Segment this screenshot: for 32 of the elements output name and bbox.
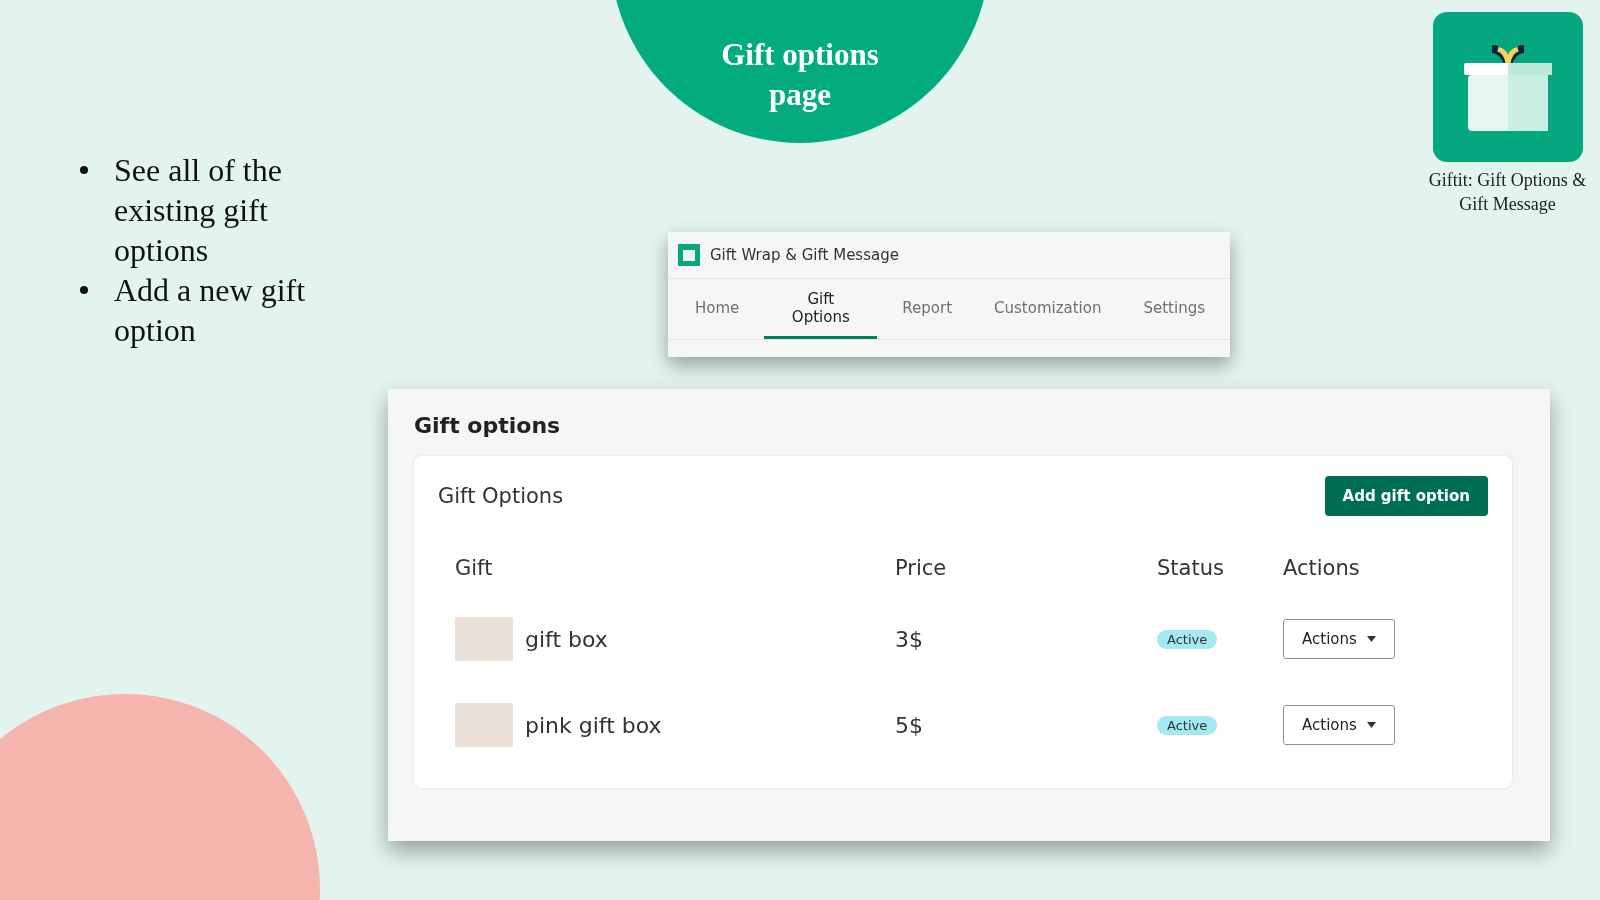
app-icon bbox=[678, 244, 700, 266]
nav-tab[interactable]: Report bbox=[885, 279, 970, 339]
nav-tab[interactable]: Gift Options bbox=[764, 279, 878, 339]
card-title: Gift Options bbox=[438, 484, 564, 508]
nav-tab[interactable]: Customization bbox=[977, 279, 1119, 339]
nav-tab[interactable]: Settings bbox=[1126, 279, 1222, 339]
bullet-icon bbox=[80, 286, 88, 294]
bullet-text: Add a new gift option bbox=[114, 271, 307, 350]
page-title: Gift options bbox=[414, 413, 562, 438]
photo-placeholder bbox=[455, 703, 513, 747]
column-header: Gift bbox=[454, 555, 494, 582]
nav-tab[interactable]: Home bbox=[678, 279, 757, 339]
column-header: Price bbox=[894, 555, 948, 582]
status-badge: Active bbox=[1157, 715, 1218, 735]
column-header: Status bbox=[1156, 555, 1225, 582]
bullet-text: See all of the existing gift options bbox=[114, 151, 283, 270]
photo-placeholder bbox=[455, 617, 513, 661]
price-cell-text: 5$ bbox=[894, 711, 924, 740]
actions-dropdown[interactable]: Actions bbox=[1283, 619, 1395, 659]
gift-name: pink gift box bbox=[525, 712, 662, 738]
add-gift-option-button[interactable]: Add gift option bbox=[1324, 476, 1488, 516]
status-badge: Active bbox=[1157, 629, 1218, 649]
gift-name: gift box bbox=[525, 626, 608, 652]
window-title: Gift Wrap & Gift Message bbox=[710, 246, 899, 264]
price-cell-text: 3$ bbox=[894, 625, 924, 654]
slide-title: Gift options page bbox=[720, 36, 880, 114]
app-name: Giftit: Gift Options & Gift Message bbox=[1427, 169, 1588, 216]
column-header: Actions bbox=[1282, 555, 1361, 582]
caret-icon bbox=[1366, 636, 1376, 642]
bullet-icon bbox=[80, 166, 88, 174]
caret-icon bbox=[1366, 722, 1376, 728]
actions-dropdown[interactable]: Actions bbox=[1283, 705, 1395, 745]
